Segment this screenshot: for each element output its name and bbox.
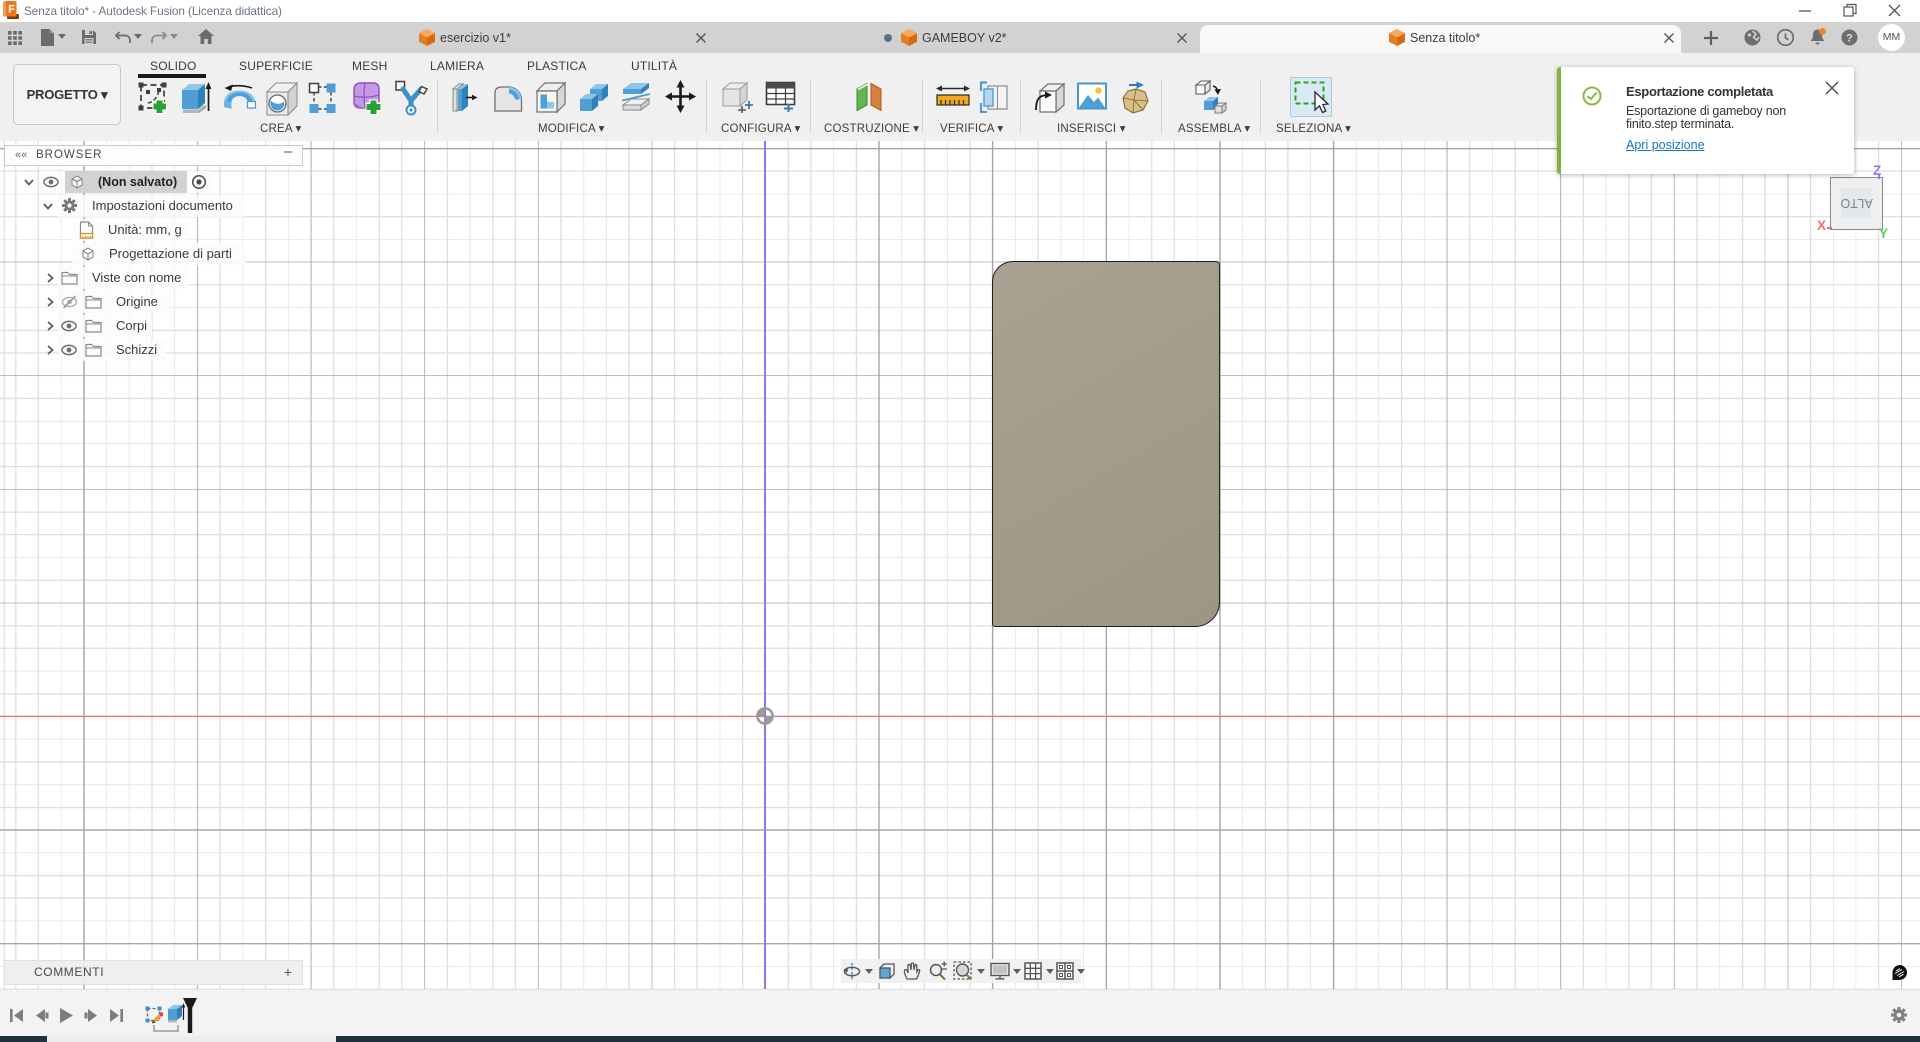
svg-text:F: F xyxy=(8,4,15,16)
svg-text:?: ? xyxy=(1846,33,1853,45)
